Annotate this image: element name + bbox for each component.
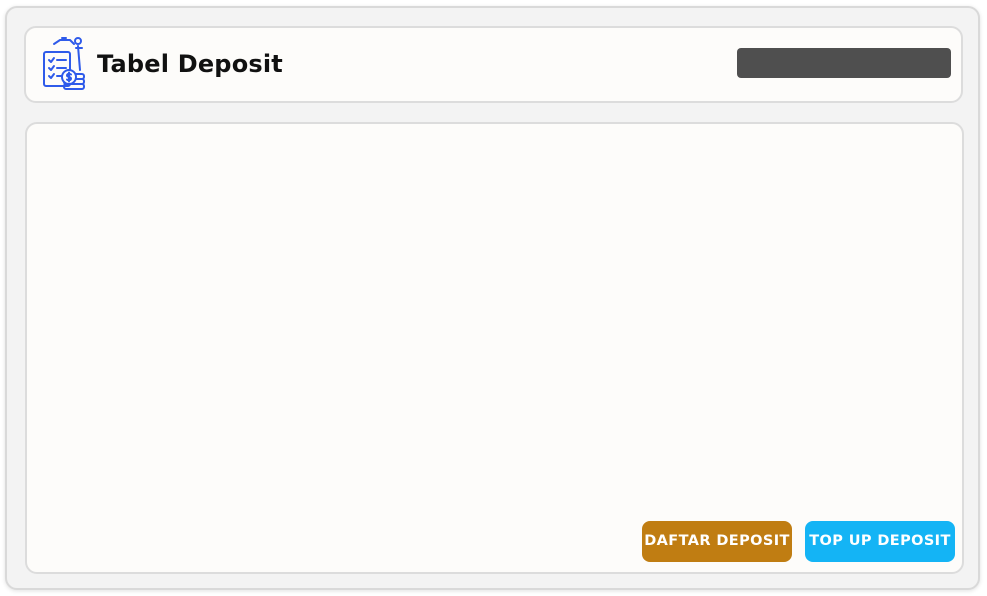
page-title: Tabel Deposit [97,50,283,78]
deposit-panel: Tabel Deposit DAFTAR DEPOSIT TOP UP DEPO… [5,6,980,590]
deposit-table-area: DAFTAR DEPOSIT TOP UP DEPOSIT [25,122,964,574]
search-input[interactable] [737,48,951,78]
header-card: Tabel Deposit [24,26,963,103]
daftar-deposit-button[interactable]: DAFTAR DEPOSIT [642,521,792,562]
deposit-ledger-icon [40,36,88,90]
top-up-deposit-button[interactable]: TOP UP DEPOSIT [805,521,955,562]
